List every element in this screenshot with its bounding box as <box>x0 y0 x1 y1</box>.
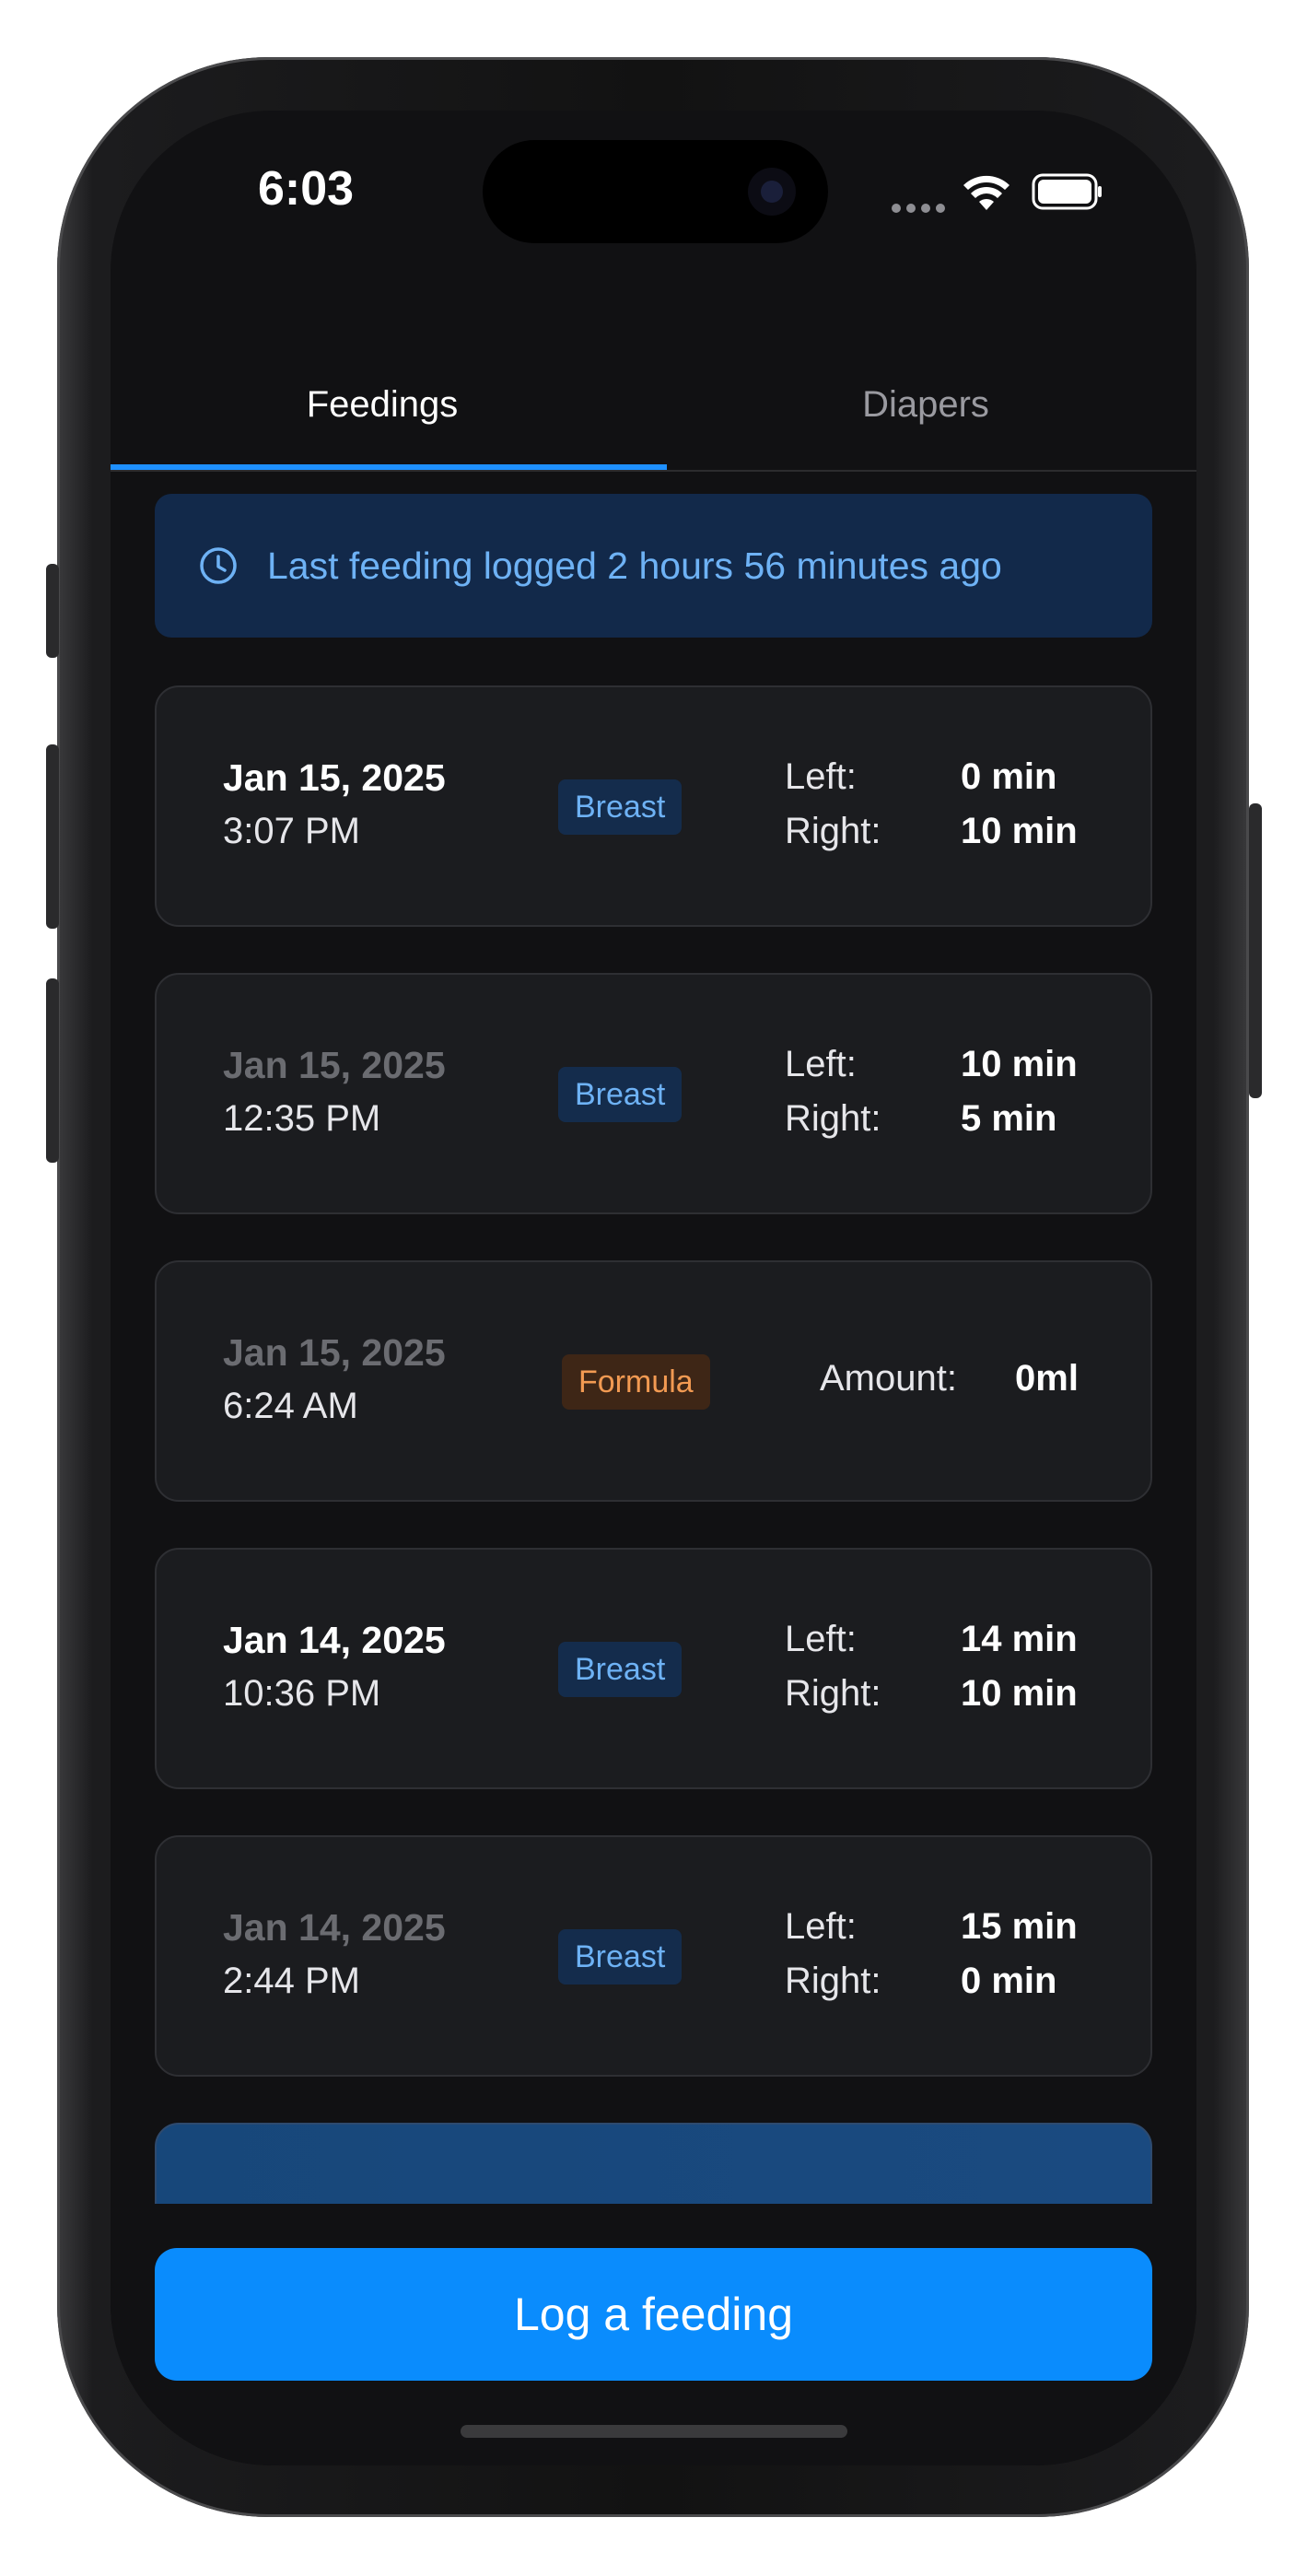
right-label: Right: <box>785 1673 881 1714</box>
feeding-type-badge: Breast <box>558 779 683 835</box>
battery-icon <box>1032 173 1102 210</box>
left-duration: 0 min <box>961 756 1057 797</box>
feeding-time: 10:36 PM <box>223 1673 381 1714</box>
feeding-date: Jan 15, 2025 <box>223 1331 446 1374</box>
wifi-icon <box>963 175 1009 210</box>
left-label: Left: <box>785 1906 857 1947</box>
action-button <box>46 564 59 658</box>
feeding-type-badge: Breast <box>558 1642 683 1697</box>
tab-bar: Feedings Diapers <box>111 341 1196 472</box>
right-label: Right: <box>785 811 881 851</box>
feeding-type-badge: Breast <box>558 1929 683 1985</box>
right-duration: 10 min <box>961 811 1078 851</box>
signal-icon <box>892 201 951 217</box>
feeding-time: 6:24 AM <box>223 1386 358 1426</box>
volume-up-button <box>46 744 59 929</box>
feeding-card[interactable]: Jan 15, 2025 3:07 PM Breast Left: 0 min … <box>155 685 1152 927</box>
power-button <box>1249 803 1262 1098</box>
left-label: Left: <box>785 1044 857 1084</box>
feeding-type-badge: Breast <box>558 1067 683 1122</box>
tab-feedings[interactable]: Feedings <box>111 341 654 468</box>
amount-label: Amount: <box>820 1358 957 1399</box>
clock-icon <box>200 547 237 584</box>
feeding-time: 3:07 PM <box>223 811 360 851</box>
last-feeding-banner: Last feeding logged 2 hours 56 minutes a… <box>155 494 1152 638</box>
amount-value: 0ml <box>1015 1358 1079 1399</box>
camera-lens <box>761 181 783 203</box>
feeding-time: 12:35 PM <box>223 1098 381 1139</box>
tab-diapers[interactable]: Diapers <box>654 341 1196 468</box>
status-time: 6:03 <box>258 162 355 216</box>
right-duration: 0 min <box>961 1961 1057 2001</box>
feeding-card[interactable]: Jan 15, 2025 12:35 PM Breast Left: 10 mi… <box>155 973 1152 1214</box>
right-label: Right: <box>785 1098 881 1139</box>
feeding-time: 2:44 PM <box>223 1961 360 2001</box>
left-label: Left: <box>785 756 857 797</box>
feeding-date: Jan 14, 2025 <box>223 1906 446 1949</box>
log-feeding-button[interactable]: Log a feeding <box>155 2248 1152 2381</box>
feeding-card[interactable]: Jan 14, 2025 2:44 PM Breast Left: 15 min… <box>155 1835 1152 2077</box>
left-duration: 15 min <box>961 1906 1078 1947</box>
left-duration: 14 min <box>961 1619 1078 1659</box>
feeding-date: Jan 15, 2025 <box>223 1044 446 1086</box>
left-duration: 10 min <box>961 1044 1078 1084</box>
right-label: Right: <box>785 1961 881 2001</box>
feeding-date: Jan 14, 2025 <box>223 1619 446 1661</box>
app-screen: 6:03 Feedings Diapers Last feeding logge… <box>111 111 1196 2465</box>
feeding-card[interactable]: Jan 15, 2025 6:24 AM Formula Amount: 0ml <box>155 1260 1152 1502</box>
active-tab-indicator <box>111 464 667 470</box>
feeding-card[interactable]: Jan 14, 2025 10:36 PM Breast Left: 14 mi… <box>155 1548 1152 1789</box>
right-duration: 10 min <box>961 1673 1078 1714</box>
last-feeding-text: Last feeding logged 2 hours 56 minutes a… <box>267 544 1002 587</box>
volume-down-button <box>46 978 59 1163</box>
left-label: Left: <box>785 1619 857 1659</box>
right-duration: 5 min <box>961 1098 1057 1139</box>
feeding-date: Jan 15, 2025 <box>223 756 446 799</box>
feeding-type-badge: Formula <box>562 1354 710 1410</box>
home-indicator <box>461 2425 847 2438</box>
